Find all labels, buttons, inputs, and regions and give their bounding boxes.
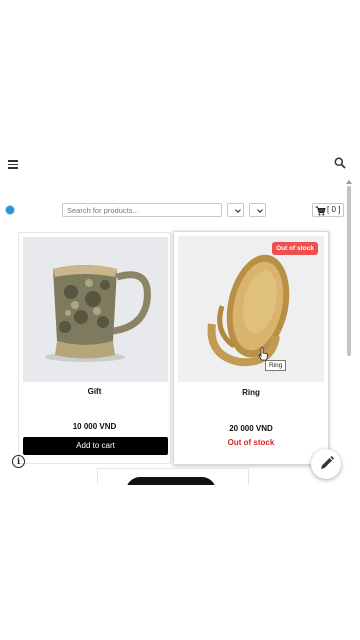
shopping-cart-icon — [315, 206, 326, 216]
info-icon[interactable]: i — [12, 455, 25, 468]
scrollbar-thumb[interactable] — [347, 186, 351, 356]
search-input[interactable]: Search for products... — [62, 203, 222, 217]
product-card-tshirt[interactable] — [97, 468, 249, 485]
stock-status: Out of stock — [227, 438, 275, 447]
product-card-gift[interactable]: Gift 10 000 VND Add to cart — [18, 232, 171, 464]
search-icon[interactable] — [334, 157, 346, 169]
edit-button[interactable] — [311, 449, 341, 479]
product-name[interactable]: Ring — [174, 388, 328, 397]
add-to-cart-button[interactable]: Add to cart — [23, 437, 168, 455]
tooltip: Ring — [265, 360, 287, 371]
chevron-down-icon — [257, 207, 263, 213]
sort-select[interactable] — [249, 203, 266, 217]
cart-count: [ 0 ] — [327, 205, 341, 214]
scroll-up-arrow-icon[interactable] — [346, 180, 352, 184]
category-select[interactable] — [227, 203, 244, 217]
product-image-ring[interactable]: Out of stock — [178, 236, 324, 382]
product-card-ring[interactable]: Out of stock Ring 20 000 VND Out of stoc… — [173, 231, 329, 465]
out-of-stock-badge: Out of stock — [272, 242, 318, 255]
pencil-icon — [321, 456, 334, 469]
hand-cursor-icon — [258, 347, 268, 361]
language-globe-icon[interactable] — [5, 205, 15, 215]
product-image-tshirt[interactable] — [126, 477, 216, 485]
hamburger-menu-icon[interactable] — [8, 160, 18, 169]
chevron-down-icon — [235, 207, 241, 213]
cart-button[interactable]: [ 0 ] — [312, 203, 344, 217]
product-name[interactable]: Gift — [19, 387, 170, 396]
product-price: 10 000 VND — [72, 422, 117, 431]
product-price: 20 000 VND — [229, 424, 273, 433]
product-image-gift[interactable] — [23, 237, 168, 382]
